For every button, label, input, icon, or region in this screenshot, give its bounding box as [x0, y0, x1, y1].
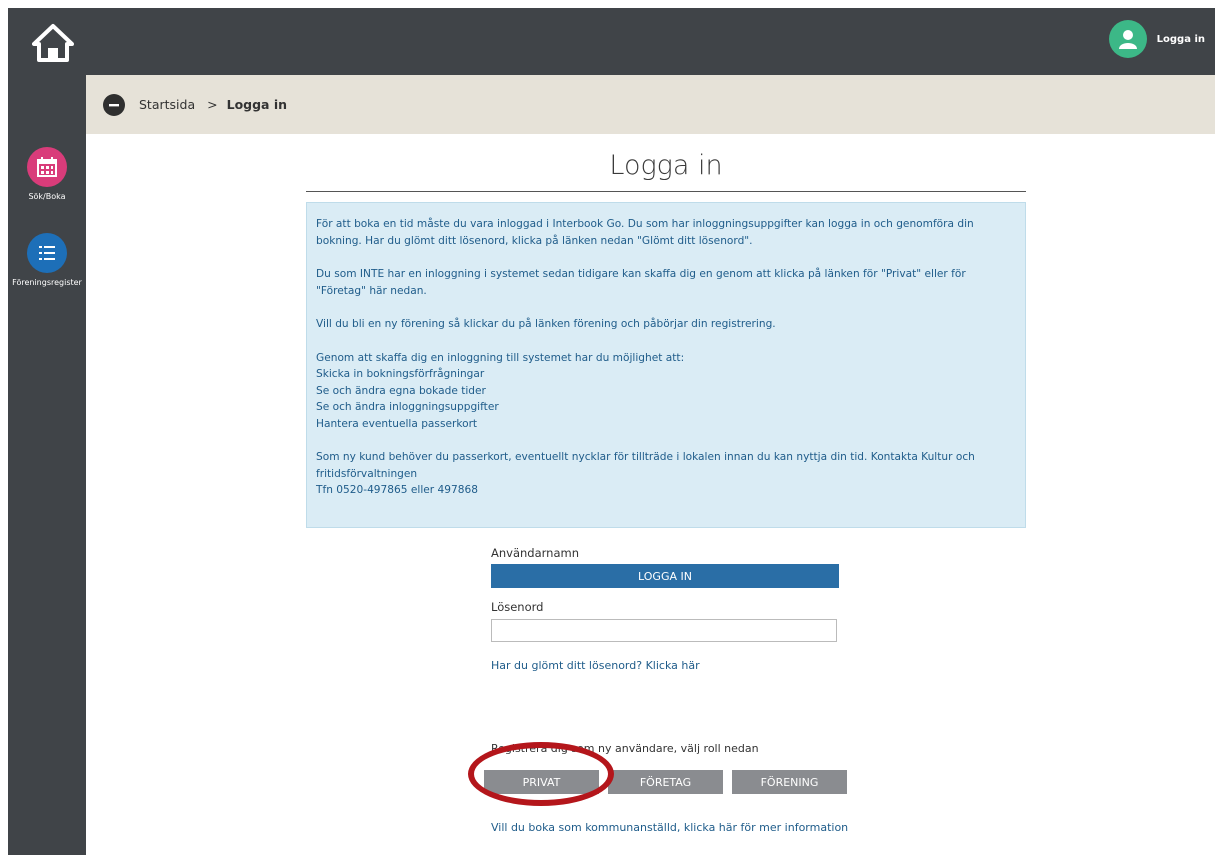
password-label: Lösenord [491, 600, 544, 614]
info-paragraph: Du som INTE har en inloggning i systemet… [316, 268, 966, 297]
privat-button[interactable]: PRIVAT [484, 770, 599, 794]
breadcrumb-current: Logga in [226, 97, 288, 112]
register-text: Registrera dig som ny användare, välj ro… [491, 742, 759, 755]
sidebar-item-icon-wrap [27, 147, 67, 187]
info-list-item: Se och ändra inloggningsuppgifter [316, 401, 499, 413]
info-paragraph: Som ny kund behöver du passerkort, event… [316, 449, 1016, 499]
info-list-intro: Genom att skaffa dig en inloggning till … [316, 351, 685, 364]
top-bar: Logga in [8, 8, 1215, 75]
sidebar-item-foreningsregister[interactable]: Föreningsregister [8, 233, 86, 287]
info-paragraph: Vill du bli en ny förening så klickar du… [316, 318, 776, 330]
home-button[interactable] [26, 16, 80, 70]
info-list-item: Hantera eventuella passerkort [316, 417, 478, 430]
info-paragraph: Genom att skaffa dig en inloggning till … [316, 350, 1016, 433]
back-arrow-icon [109, 103, 119, 106]
foretag-button[interactable]: FÖRETAG [608, 770, 723, 794]
username-label: Användarnamn [491, 546, 579, 560]
info-phone: Tfn 0520-497865 eller 497868 [316, 484, 478, 496]
info-list-item: Skicka in bokningsförfrågningar [316, 368, 485, 380]
main-content: Logga in För att boka en tid måste du va… [86, 134, 1215, 855]
info-list-item: Se och ändra egna bokade tider [316, 384, 486, 397]
breadcrumb: Startsida > Logga in [86, 75, 1215, 134]
sidebar-item-icon-wrap [27, 233, 67, 273]
info-paragraph: För att boka en tid måste du vara inlogg… [316, 218, 974, 247]
sidebar: Sök/Boka Föreningsregister [8, 75, 86, 855]
login-button[interactable]: LOGGA IN [491, 564, 839, 588]
breadcrumb-home-link[interactable]: Startsida [139, 97, 195, 112]
title-divider [306, 191, 1026, 192]
sidebar-item-sok-boka[interactable]: Sök/Boka [8, 147, 86, 201]
user-login[interactable]: Logga in [1108, 20, 1205, 58]
user-icon [1118, 30, 1137, 49]
forgot-password-link[interactable]: Har du glömt ditt lösenord? Klicka här [491, 659, 839, 672]
forening-button[interactable]: FÖRENING [732, 770, 847, 794]
back-button[interactable] [103, 93, 125, 116]
page-title: Logga in [609, 150, 723, 181]
sidebar-item-label: Föreningsregister [12, 278, 82, 287]
breadcrumb-separator: > [207, 97, 218, 112]
list-icon [39, 246, 55, 260]
password-field[interactable] [491, 619, 837, 642]
calendar-icon [37, 157, 57, 177]
info-contact: Som ny kund behöver du passerkort, event… [316, 451, 975, 480]
info-box: För att boka en tid måste du vara inlogg… [306, 202, 1026, 528]
sidebar-item-label: Sök/Boka [28, 192, 66, 201]
login-label: Logga in [1156, 33, 1205, 45]
kommun-employee-link[interactable]: Vill du boka som kommunanställd, klicka … [491, 819, 851, 836]
home-icon [32, 24, 74, 62]
user-avatar [1108, 20, 1147, 58]
